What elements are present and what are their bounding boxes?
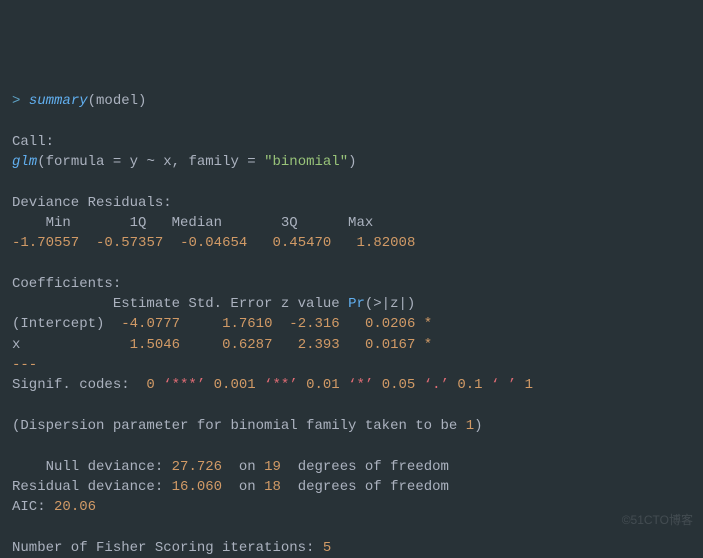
- resid-dev-val: 16.060: [172, 479, 222, 495]
- glm-open: (: [37, 154, 45, 170]
- on1: on: [222, 459, 264, 475]
- glm-func: glm: [12, 154, 37, 170]
- formula-kw: formula =: [46, 154, 130, 170]
- signif-n0: 0: [146, 377, 154, 393]
- null-df: 19: [264, 459, 281, 475]
- coef-row0-name: (Intercept): [12, 316, 104, 332]
- signif-n2: 0.01: [306, 377, 340, 393]
- summary-call: summary: [29, 93, 88, 109]
- call-label: Call:: [12, 134, 54, 150]
- signif-c1: ‘**’: [256, 377, 306, 393]
- family-kw: family =: [188, 154, 264, 170]
- null-dev-val: 27.726: [172, 459, 222, 475]
- resid-df: 18: [264, 479, 281, 495]
- quote-close: ": [340, 154, 348, 170]
- coef-row1-sig: *: [424, 337, 432, 353]
- coef-dashes: ---: [12, 357, 37, 373]
- coef-row1-name: x: [12, 337, 104, 353]
- dev-median: -0.04654: [180, 235, 247, 251]
- signif-c4: ‘ ’: [483, 377, 525, 393]
- coef-row0-p: 0.0206: [365, 316, 415, 332]
- signif-label: Signif. codes:: [12, 377, 146, 393]
- signif-c2: ‘*’: [340, 377, 382, 393]
- prompt-symbol: >: [12, 93, 29, 109]
- signif-n3: 0.05: [382, 377, 416, 393]
- coef-cols-pr: Pr: [348, 296, 365, 312]
- signif-n5: 1: [525, 377, 533, 393]
- coef-row1-se: 0.6287: [222, 337, 272, 353]
- console-output: > summary(model) Call: glm(formula = y ~…: [12, 93, 533, 556]
- family-value: binomial: [273, 154, 340, 170]
- signif-c3: ‘.’: [415, 377, 457, 393]
- coef-row1-p: 0.0167: [365, 337, 415, 353]
- dev-q1: -0.57357: [96, 235, 163, 251]
- aic-val: 20.06: [54, 499, 96, 515]
- fisher-val: 5: [323, 540, 331, 556]
- formula: y ~ x: [130, 154, 172, 170]
- disp-val: 1: [466, 418, 474, 434]
- paren-close: ): [138, 93, 146, 109]
- watermark: ©51CTO博客: [622, 512, 693, 529]
- coef-row0-est: -4.0777: [121, 316, 180, 332]
- null-dev-label: Null deviance:: [12, 459, 172, 475]
- coef-row0-z: -2.316: [289, 316, 339, 332]
- coef-header: Coefficients:: [12, 276, 121, 292]
- dev-res-header: Deviance Residuals:: [12, 195, 180, 211]
- signif-n1: 0.001: [214, 377, 256, 393]
- coef-cols-post: (>|z|): [365, 296, 432, 312]
- dof2: degrees of freedom: [281, 479, 449, 495]
- model-arg: model: [96, 93, 138, 109]
- resid-dev-label: Residual deviance:: [12, 479, 172, 495]
- coef-row1-est: 1.5046: [121, 337, 180, 353]
- aic-label: AIC:: [12, 499, 54, 515]
- dev-max: 1.82008: [357, 235, 416, 251]
- disp-text: Dispersion parameter for binomial family…: [20, 418, 465, 434]
- dev-q3: 0.45470: [273, 235, 332, 251]
- glm-close: ): [348, 154, 356, 170]
- dev-res-cols: Min 1Q Median 3Q Max: [12, 215, 390, 231]
- sep1: ,: [172, 154, 189, 170]
- quote-open: ": [264, 154, 272, 170]
- disp-close: ): [474, 418, 482, 434]
- fisher-label: Number of Fisher Scoring iterations:: [12, 540, 323, 556]
- dof1: degrees of freedom: [281, 459, 449, 475]
- coef-row1-z: 2.393: [289, 337, 339, 353]
- coef-row0-sig: *: [424, 316, 432, 332]
- coef-cols-pre: Estimate Std. Error z value: [12, 296, 348, 312]
- on2: on: [222, 479, 264, 495]
- signif-n4: 0.1: [457, 377, 482, 393]
- coef-row0-se: 1.7610: [222, 316, 272, 332]
- paren-open: (: [88, 93, 96, 109]
- dev-min: -1.70557: [12, 235, 79, 251]
- signif-c0: ‘***’: [155, 377, 214, 393]
